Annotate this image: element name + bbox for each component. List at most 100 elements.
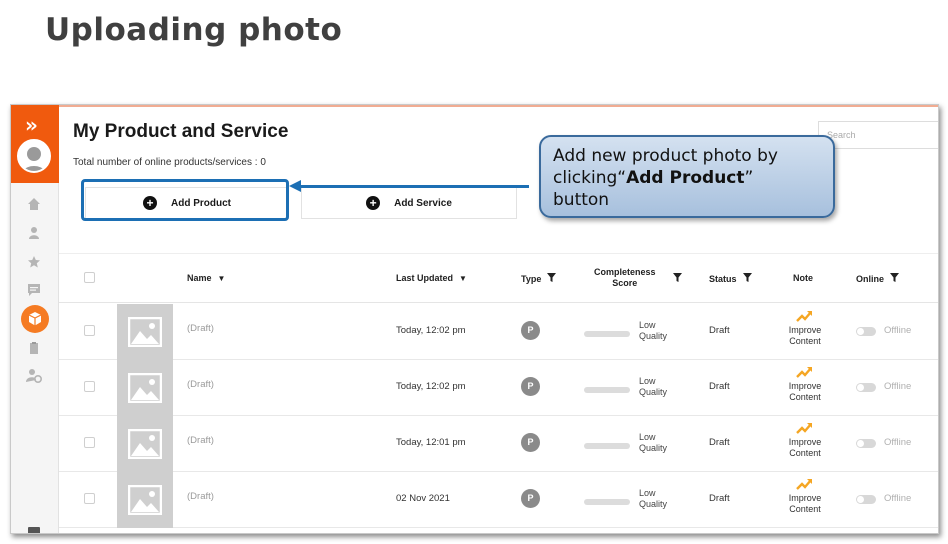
online-status: Offline	[884, 437, 912, 448]
quality-label: Low Quality	[639, 488, 668, 509]
star-icon[interactable]	[25, 253, 43, 271]
add-product-highlight	[81, 179, 289, 221]
add-service-button[interactable]: + Add Service	[301, 187, 517, 219]
image-placeholder-icon	[128, 485, 162, 515]
page-title: My Product and Service	[73, 121, 289, 142]
improve-content-link[interactable]: Improve Content	[780, 325, 830, 347]
improve-content-link[interactable]: Improve Content	[780, 381, 830, 403]
column-completeness[interactable]: Completeness Score	[594, 267, 656, 289]
status-label: Draft	[709, 437, 730, 448]
status-label: Draft	[709, 325, 730, 336]
row-checkbox[interactable]	[84, 381, 95, 392]
product-name[interactable]: (Draft)	[187, 379, 214, 390]
online-toggle[interactable]	[856, 383, 876, 392]
select-all-checkbox[interactable]	[84, 272, 95, 283]
online-status: Offline	[884, 325, 912, 336]
table-row[interactable]: (Draft) Today, 12:02 pm P Low Quality Draft Im…	[59, 360, 938, 416]
user-icon[interactable]	[25, 224, 43, 242]
add-service-label: Add Service	[394, 197, 452, 209]
column-online[interactable]: Online	[856, 273, 900, 284]
type-badge: P	[521, 489, 540, 508]
completeness-bar	[584, 331, 630, 337]
online-status: Offline	[884, 381, 912, 392]
quality-label: Low Quality	[639, 432, 668, 453]
image-placeholder-icon	[128, 317, 162, 347]
callout-arrow-line	[299, 185, 529, 188]
product-thumbnail[interactable]	[117, 360, 173, 416]
table-row[interactable]: (Draft) 02 Nov 2021 P Low Quality Draft Improv…	[59, 472, 938, 528]
improve-content-link[interactable]: Improve Content	[780, 437, 830, 459]
image-placeholder-icon	[128, 429, 162, 459]
online-toggle[interactable]	[856, 327, 876, 336]
app-screenshot: » My Product and Service Total number of…	[10, 104, 939, 534]
completeness-filter-icon[interactable]	[673, 273, 682, 282]
column-type[interactable]: Type	[521, 273, 557, 284]
callout-line-1: Add new product photo by	[553, 146, 778, 166]
table-row[interactable]: (Draft) Today, 12:02 pm P Low Quality Draft Im…	[59, 304, 938, 360]
improve-content-link[interactable]: Improve Content	[780, 493, 830, 515]
box-icon[interactable]	[21, 305, 49, 333]
product-thumbnail[interactable]	[117, 472, 173, 528]
row-checkbox[interactable]	[84, 493, 95, 504]
top-accent-line	[11, 105, 938, 107]
clipboard-icon[interactable]	[25, 339, 43, 357]
trend-up-icon[interactable]	[796, 421, 814, 435]
last-updated: Today, 12:02 pm	[396, 325, 466, 336]
callout-line-3: button	[553, 190, 610, 210]
column-note: Note	[793, 273, 813, 283]
quality-label: Low Quality	[639, 320, 668, 341]
total-online-count: Total number of online products/services…	[73, 157, 266, 168]
callout-arrow-head	[289, 180, 301, 192]
online-toggle[interactable]	[856, 439, 876, 448]
last-updated: 02 Nov 2021	[396, 493, 450, 504]
row-checkbox[interactable]	[84, 437, 95, 448]
quality-label: Low Quality	[639, 376, 668, 397]
sidebar-bottom-icon[interactable]	[28, 527, 40, 533]
product-name[interactable]: (Draft)	[187, 435, 214, 446]
message-icon[interactable]	[25, 281, 43, 299]
completeness-bar	[584, 387, 630, 393]
instruction-callout: Add new product photo by clicking“Add Pr…	[539, 135, 835, 218]
plus-circle-icon: +	[366, 196, 381, 210]
image-placeholder-icon	[128, 373, 162, 403]
filter-icon[interactable]	[547, 273, 557, 284]
user-settings-icon[interactable]	[25, 367, 43, 385]
callout-line-2: clicking“Add Product”	[553, 168, 754, 188]
product-name[interactable]: (Draft)	[187, 323, 214, 334]
completeness-bar	[584, 443, 630, 449]
table-row[interactable]: (Draft) Today, 12:01 pm P Low Quality Draft Im…	[59, 416, 938, 472]
caret-down-icon: ▼	[459, 273, 467, 283]
online-toggle[interactable]	[856, 495, 876, 504]
table-header: Name ▼ Last Updated ▼ Type Completeness Sc…	[59, 253, 938, 303]
search-input[interactable]: Search	[818, 121, 938, 149]
slide-title: Uploading photo	[45, 12, 343, 48]
column-status[interactable]: Status	[709, 273, 752, 284]
online-status: Offline	[884, 493, 912, 504]
filter-icon[interactable]	[742, 273, 752, 284]
type-badge: P	[521, 433, 540, 452]
trend-up-icon[interactable]	[796, 477, 814, 491]
double-chevron-right-icon[interactable]: »	[25, 115, 38, 135]
completeness-bar	[584, 499, 630, 505]
column-last-updated[interactable]: Last Updated ▼	[396, 273, 467, 283]
type-badge: P	[521, 321, 540, 340]
slide: Uploading photo » My Product and Service…	[0, 0, 948, 544]
caret-down-icon: ▼	[217, 273, 226, 283]
product-thumbnail[interactable]	[117, 416, 173, 472]
last-updated: Today, 12:02 pm	[396, 381, 466, 392]
home-icon[interactable]	[25, 195, 43, 213]
product-thumbnail[interactable]	[117, 304, 173, 360]
status-label: Draft	[709, 493, 730, 504]
sidebar: »	[11, 105, 59, 533]
type-badge: P	[521, 377, 540, 396]
trend-up-icon[interactable]	[796, 309, 814, 323]
product-name[interactable]: (Draft)	[187, 491, 214, 502]
status-label: Draft	[709, 381, 730, 392]
sidebar-header: »	[11, 105, 59, 183]
avatar[interactable]	[17, 139, 51, 173]
row-checkbox[interactable]	[84, 325, 95, 336]
trend-up-icon[interactable]	[796, 365, 814, 379]
column-name[interactable]: Name ▼	[187, 273, 225, 283]
filter-icon[interactable]	[890, 273, 900, 284]
last-updated: Today, 12:01 pm	[396, 437, 466, 448]
